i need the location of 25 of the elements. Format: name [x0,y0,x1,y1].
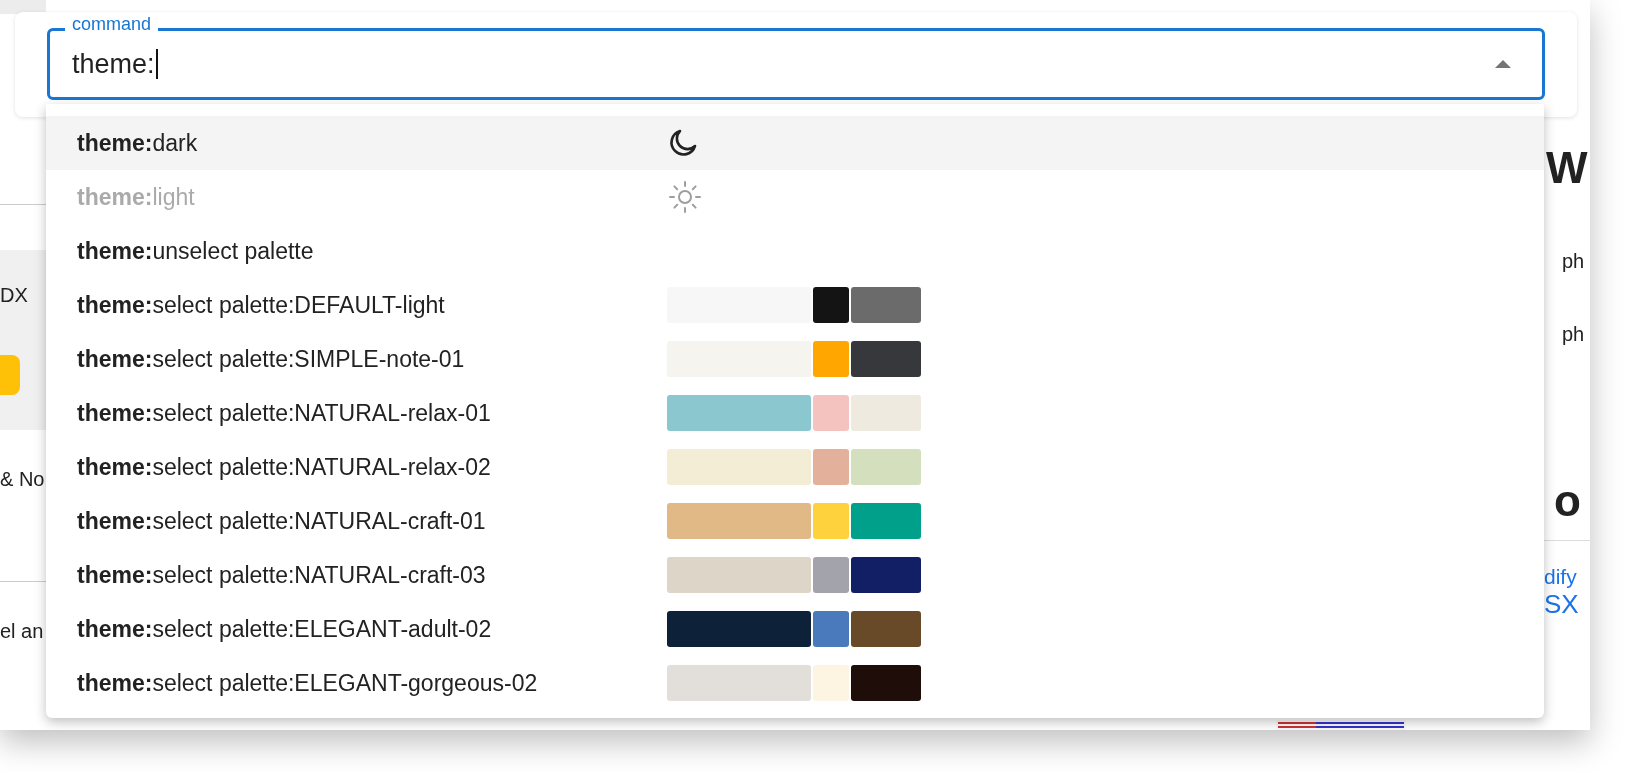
page-text: ph [1562,323,1586,346]
menu-item[interactable]: theme:select palette:ELEGANT-gorgeous-02 [46,656,1544,710]
menu-item[interactable]: theme:select palette:NATURAL-craft-03 [46,548,1544,602]
sun-icon [667,179,703,215]
page-heading: o [1554,476,1582,526]
page-heading: W [1546,146,1589,190]
menu-item[interactable]: theme:select palette:ELEGANT-adult-02 [46,602,1544,656]
menu-item[interactable]: theme:select palette:NATURAL-relax-01 [46,386,1544,440]
menu-item[interactable]: theme:select palette:NATURAL-relax-02 [46,440,1544,494]
page-text: & No [0,468,46,491]
field-value: theme: [72,48,1494,80]
page-header [0,0,46,14]
page-text: el an [0,620,45,643]
page-text: ph [1562,250,1586,273]
page-link[interactable]: dify [1544,565,1590,589]
page-text: DX [0,284,29,307]
menu-item[interactable]: theme:dark [46,116,1544,170]
moon-icon [667,127,699,159]
command-field[interactable]: command theme: [47,13,1545,100]
menu-item[interactable]: theme:unselect palette [46,224,1544,278]
menu-item[interactable]: theme:select palette:NATURAL-craft-01 [46,494,1544,548]
caret-icon[interactable] [1494,59,1512,69]
menu-item[interactable]: theme:select palette:DEFAULT-light [46,278,1544,332]
page-link[interactable]: SX [1544,589,1590,620]
menu-item[interactable]: theme:select palette:SIMPLE-note-01 [46,332,1544,386]
